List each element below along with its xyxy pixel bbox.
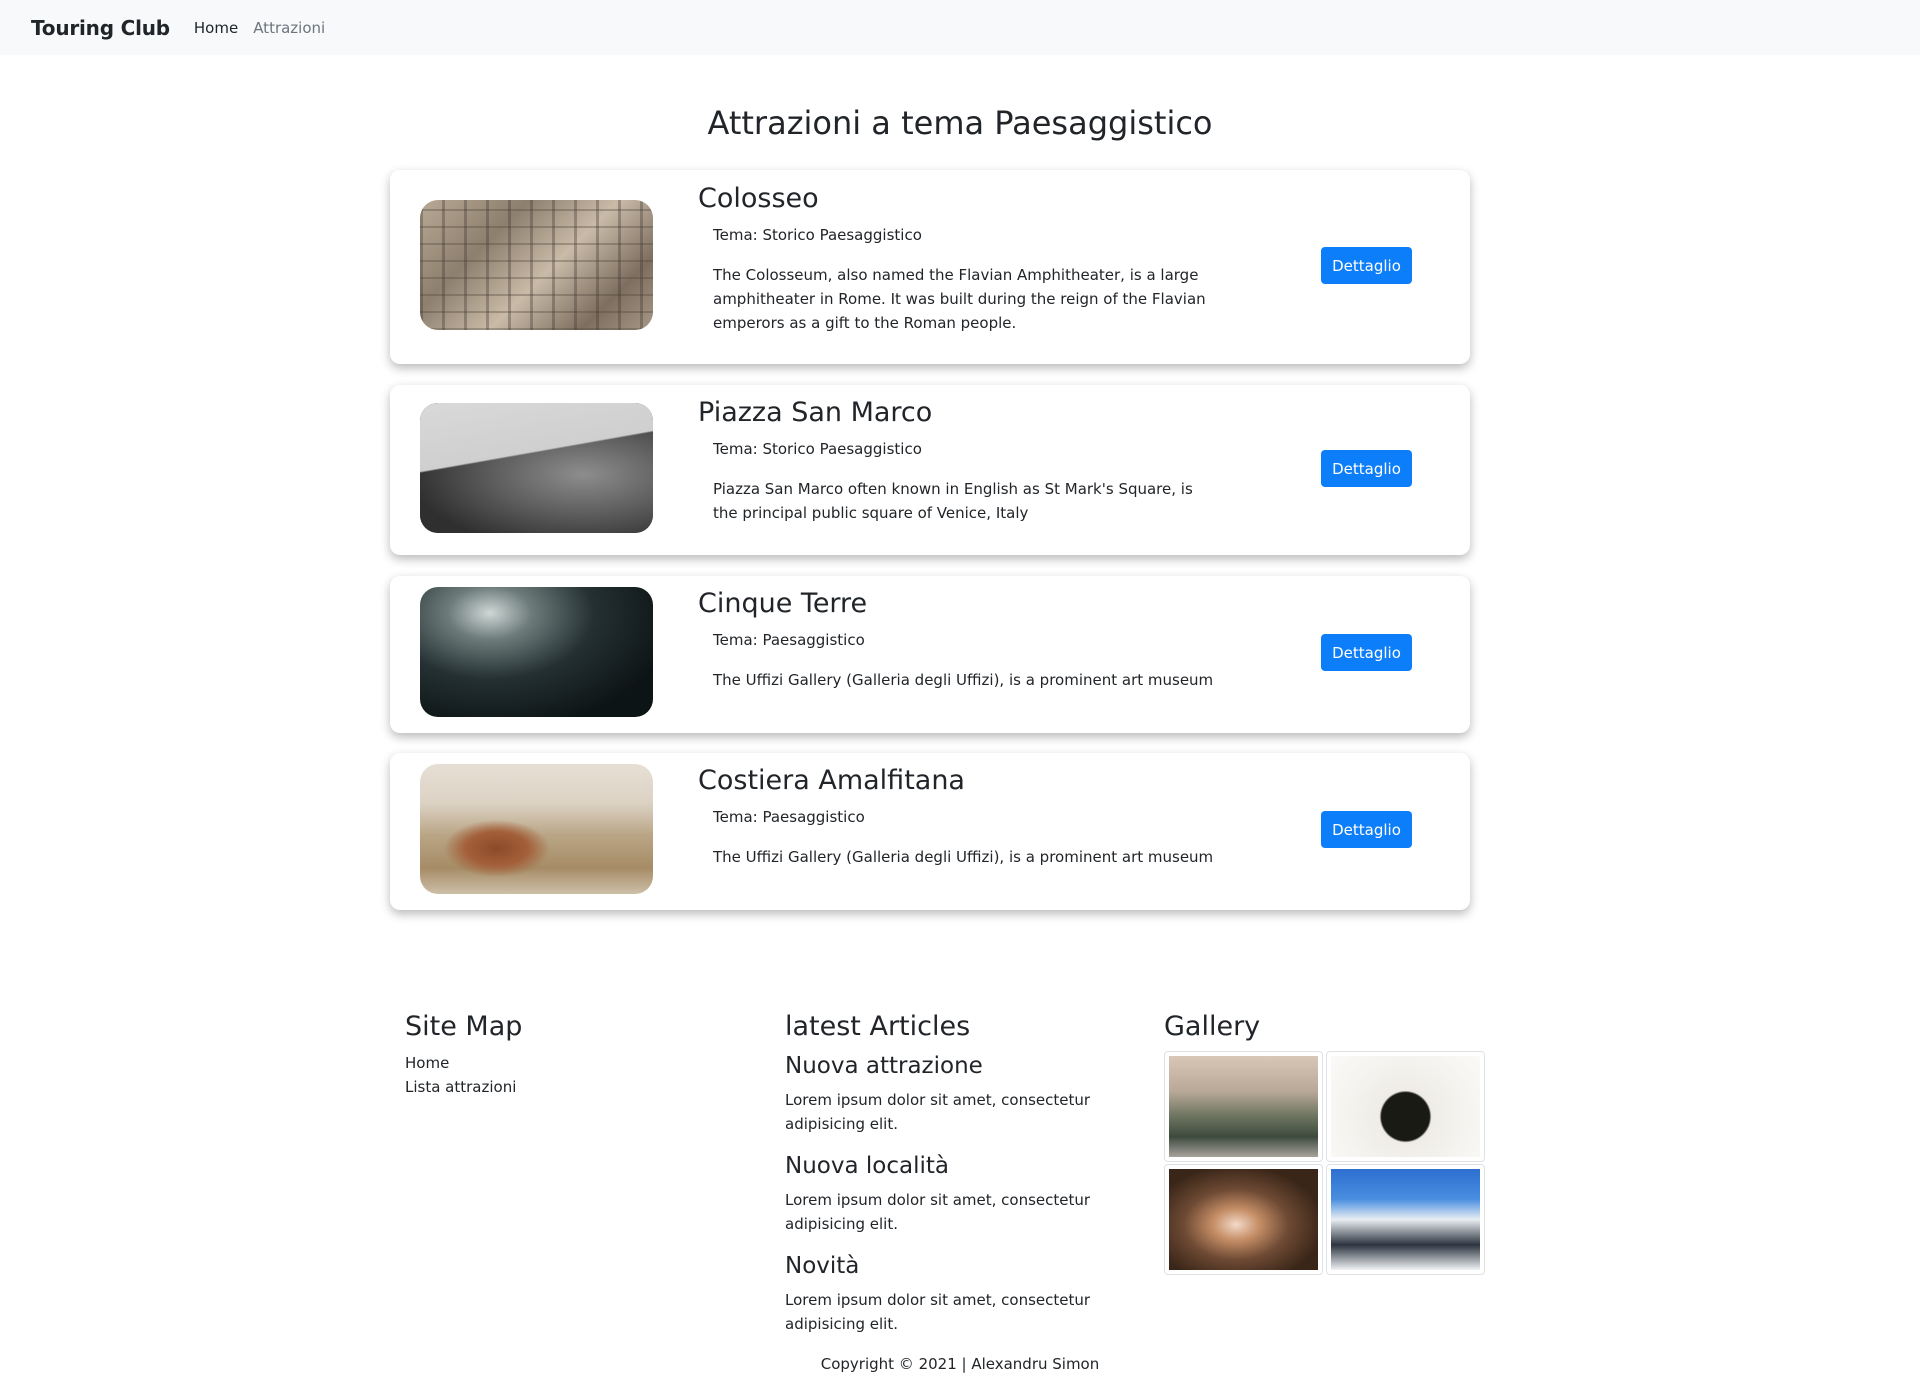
attraction-name: Colosseo xyxy=(698,183,819,214)
attraction-description: The Uffizi Gallery (Galleria degli Uffiz… xyxy=(713,848,1214,866)
attraction-description: Piazza San Marco often known in English … xyxy=(713,480,1193,522)
attraction-tema: Tema: Paesaggistico xyxy=(713,631,865,649)
gallery-title: Gallery xyxy=(1164,1011,1261,1042)
article-text: Lorem ipsum dolor sit amet, consectetur … xyxy=(785,1091,1091,1133)
gallery-image[interactable] xyxy=(1164,1164,1323,1275)
sitemap-title: Site Map xyxy=(405,1011,523,1042)
article-title: Novità xyxy=(785,1253,860,1279)
attraction-name: Piazza San Marco xyxy=(698,397,933,428)
attraction-card: Cinque Terre Tema: Paesaggistico The Uff… xyxy=(390,576,1470,733)
gallery-image[interactable] xyxy=(1164,1051,1323,1162)
dettaglio-button[interactable]: Dettaglio xyxy=(1321,811,1412,848)
article-title: Nuova attrazione xyxy=(785,1053,983,1079)
navbar: Touring Club Home Attrazioni xyxy=(0,0,1920,55)
sitemap-link-home[interactable]: Home xyxy=(405,1054,449,1072)
nav-link-home[interactable]: Home xyxy=(194,19,238,37)
attraction-description: The Colosseum, also named the Flavian Am… xyxy=(713,266,1206,332)
article-text: Lorem ipsum dolor sit amet, consectetur … xyxy=(785,1191,1091,1233)
attraction-tema: Tema: Storico Paesaggistico xyxy=(713,440,922,458)
dettaglio-button[interactable]: Dettaglio xyxy=(1321,247,1412,284)
article-title: Nuova località xyxy=(785,1153,949,1179)
gallery-image[interactable] xyxy=(1326,1051,1485,1162)
article-text: Lorem ipsum dolor sit amet, consectetur … xyxy=(785,1291,1091,1333)
dettaglio-button[interactable]: Dettaglio xyxy=(1321,450,1412,487)
sitemap-link-lista-attrazioni[interactable]: Lista attrazioni xyxy=(405,1078,516,1096)
gallery-grid xyxy=(1164,1051,1486,1277)
attraction-name: Cinque Terre xyxy=(698,588,868,619)
attraction-image xyxy=(420,403,653,533)
attraction-image xyxy=(420,587,653,717)
page-title: Attrazioni a tema Paesaggistico xyxy=(707,104,1213,142)
nav-link-attrazioni[interactable]: Attrazioni xyxy=(253,19,325,37)
copyright: Copyright © 2021 | Alexandru Simon xyxy=(820,1355,1100,1373)
attraction-image xyxy=(420,764,653,894)
attraction-card: Piazza San Marco Tema: Storico Paesaggis… xyxy=(390,385,1470,555)
attraction-card: Colosseo Tema: Storico Paesaggistico The… xyxy=(390,170,1470,364)
attraction-image xyxy=(420,200,653,330)
attraction-tema: Tema: Paesaggistico xyxy=(713,808,865,826)
navbar-brand[interactable]: Touring Club xyxy=(31,16,170,40)
dettaglio-button[interactable]: Dettaglio xyxy=(1321,634,1412,671)
attraction-card: Costiera Amalfitana Tema: Paesaggistico … xyxy=(390,753,1470,910)
articles-title: latest Articles xyxy=(785,1011,971,1042)
attraction-tema: Tema: Storico Paesaggistico xyxy=(713,226,922,244)
attraction-description: The Uffizi Gallery (Galleria degli Uffiz… xyxy=(713,671,1214,689)
gallery-image[interactable] xyxy=(1326,1164,1485,1275)
attraction-name: Costiera Amalfitana xyxy=(698,765,965,796)
